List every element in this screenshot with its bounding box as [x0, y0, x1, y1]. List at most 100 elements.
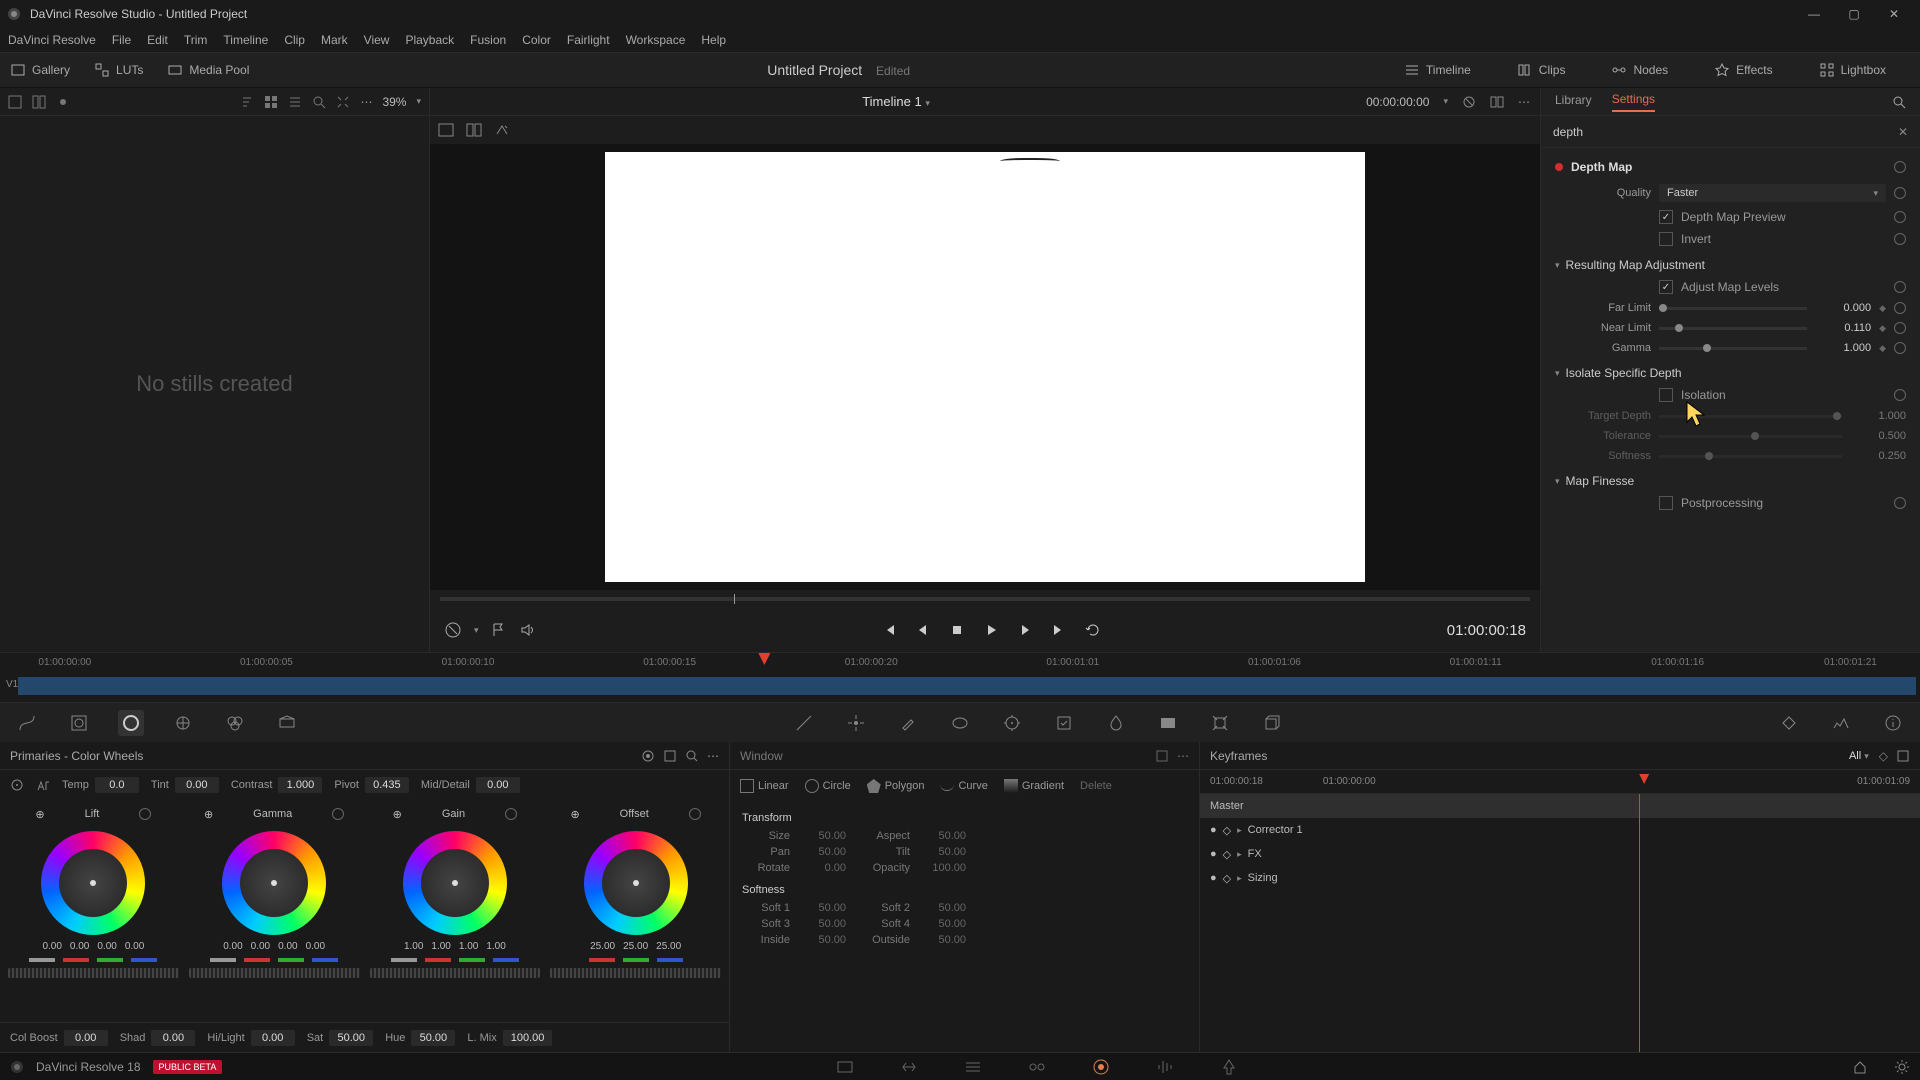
gallery-compare-icon[interactable]	[32, 95, 46, 109]
soft4-value[interactable]: 50.00	[918, 918, 966, 930]
contrast-value[interactable]: 1.000	[278, 777, 322, 793]
kf-row-master[interactable]: Master	[1200, 794, 1920, 818]
window-panel-expand-icon[interactable]	[1155, 749, 1169, 763]
zoom-chevron-icon[interactable]: ▾	[416, 96, 421, 107]
colboost-value[interactable]: 0.00	[64, 1030, 108, 1046]
media-page-icon[interactable]	[835, 1057, 855, 1077]
cut-page-icon[interactable]	[899, 1057, 919, 1077]
reset-gamma-icon[interactable]	[1894, 342, 1906, 354]
sat-value[interactable]: 50.00	[329, 1030, 373, 1046]
shape-circle[interactable]: Circle	[805, 779, 851, 793]
effects-toggle[interactable]: Effects	[1714, 62, 1772, 78]
hue-value[interactable]: 50.00	[411, 1030, 455, 1046]
tracker-icon[interactable]	[999, 710, 1025, 736]
gallery-dot-icon[interactable]	[56, 95, 70, 109]
color-warper-icon[interactable]	[843, 710, 869, 736]
keyframe-icon[interactable]: ◆	[1879, 303, 1886, 314]
hdr-wheels-icon[interactable]	[170, 710, 196, 736]
menu-item[interactable]: Playback	[405, 33, 454, 47]
wheel-picker-icon[interactable]: ⊕	[204, 808, 213, 821]
deliver-page-icon[interactable]	[1219, 1057, 1239, 1077]
window-minimize-button[interactable]: —	[1794, 2, 1834, 26]
menu-item[interactable]: Trim	[184, 33, 208, 47]
middetail-value[interactable]: 0.00	[476, 777, 520, 793]
qualifier-icon[interactable]	[66, 710, 92, 736]
split-screen-icon[interactable]	[466, 123, 482, 137]
lock-icon[interactable]: ●	[1210, 848, 1217, 860]
search-icon[interactable]	[312, 95, 326, 109]
section-finesse[interactable]: ▾Map Finesse	[1555, 466, 1906, 492]
invert-checkbox[interactable]	[1659, 232, 1673, 246]
tint-value[interactable]: 0.00	[175, 777, 219, 793]
flag-icon[interactable]	[491, 622, 507, 638]
menu-item[interactable]: Fairlight	[567, 33, 610, 47]
color-wheel[interactable]	[222, 831, 326, 935]
highlight-icon[interactable]	[494, 123, 510, 137]
master-wheel[interactable]	[8, 968, 179, 978]
soft3-value[interactable]: 50.00	[798, 918, 846, 930]
tab-library[interactable]: Library	[1555, 93, 1592, 111]
reset-isolation-icon[interactable]	[1894, 389, 1906, 401]
kf-diamond-icon[interactable]: ◇	[1223, 824, 1231, 837]
gamma-slider[interactable]	[1659, 347, 1807, 350]
effects-search-icon[interactable]	[1892, 95, 1906, 109]
keyframes-filter[interactable]: All ▾	[1849, 750, 1869, 762]
section-isolate[interactable]: ▾Isolate Specific Depth	[1555, 358, 1906, 384]
next-frame-button[interactable]	[1017, 622, 1033, 638]
kf-row-sizing[interactable]: ●◇▸Sizing	[1200, 866, 1920, 890]
viewer-scrubber[interactable]	[430, 590, 1540, 608]
stop-button[interactable]	[949, 622, 965, 638]
gamma-value[interactable]: 1.000	[1815, 342, 1871, 354]
window-maximize-button[interactable]: ▢	[1834, 2, 1874, 26]
size-value[interactable]: 50.00	[798, 830, 846, 842]
window-close-button[interactable]: ✕	[1874, 2, 1914, 26]
lightbox-toggle[interactable]: Lightbox	[1819, 62, 1886, 78]
clips-toggle[interactable]: Clips	[1517, 62, 1566, 78]
reset-wheel-icon[interactable]	[689, 808, 701, 820]
hilight-value[interactable]: 0.00	[251, 1030, 295, 1046]
info-icon[interactable]	[1880, 710, 1906, 736]
keyframes-expand-icon[interactable]	[1896, 749, 1910, 763]
edit-page-icon[interactable]	[963, 1057, 983, 1077]
menu-item[interactable]: Workspace	[626, 33, 686, 47]
viewer-canvas[interactable]	[430, 144, 1540, 590]
kf-diamond-icon[interactable]: ◇	[1223, 848, 1231, 861]
shape-linear[interactable]: Linear	[740, 779, 789, 793]
pivot-value[interactable]: 0.435	[365, 777, 409, 793]
reset-quality-icon[interactable]	[1894, 187, 1906, 199]
soft1-value[interactable]: 50.00	[798, 902, 846, 914]
scopes-icon[interactable]	[1828, 710, 1854, 736]
near-limit-slider[interactable]	[1659, 327, 1807, 330]
curves-palette-icon[interactable]	[791, 710, 817, 736]
window-icon[interactable]	[947, 710, 973, 736]
wheel-picker-icon[interactable]: ⊕	[393, 808, 402, 821]
menu-item[interactable]: View	[364, 33, 390, 47]
record-timecode[interactable]: 01:00:00:18	[1447, 622, 1526, 639]
quality-select[interactable]: Faster▾	[1659, 184, 1886, 202]
bypass-icon[interactable]	[1462, 95, 1476, 109]
unmix-icon[interactable]	[444, 621, 462, 639]
lmix-value[interactable]: 100.00	[503, 1030, 553, 1046]
reset-postproc-icon[interactable]	[1894, 497, 1906, 509]
color-wheels-icon[interactable]	[118, 710, 144, 736]
auto-balance-icon[interactable]	[36, 778, 50, 792]
temp-value[interactable]: 0.0	[95, 777, 139, 793]
zoom-level[interactable]: 39%	[382, 95, 406, 109]
mute-icon[interactable]	[519, 622, 535, 638]
color-wheel[interactable]	[403, 831, 507, 935]
nodes-toggle[interactable]: Nodes	[1611, 62, 1668, 78]
source-timecode[interactable]: 00:00:00:00	[1366, 95, 1429, 109]
list-view-icon[interactable]	[288, 95, 302, 109]
menu-item[interactable]: Timeline	[223, 33, 268, 47]
reset-wheel-icon[interactable]	[505, 808, 517, 820]
last-frame-button[interactable]	[1051, 622, 1067, 638]
qualifier-picker-icon[interactable]	[895, 710, 921, 736]
section-adjustment[interactable]: ▾Resulting Map Adjustment	[1555, 250, 1906, 276]
reset-far-icon[interactable]	[1894, 302, 1906, 314]
shape-delete[interactable]: Delete	[1080, 780, 1112, 792]
motion-effects-icon[interactable]	[274, 710, 300, 736]
near-limit-value[interactable]: 0.110	[1815, 322, 1871, 334]
outside-value[interactable]: 50.00	[918, 934, 966, 946]
shape-curve[interactable]: Curve	[940, 780, 987, 792]
color-wheel[interactable]	[584, 831, 688, 935]
